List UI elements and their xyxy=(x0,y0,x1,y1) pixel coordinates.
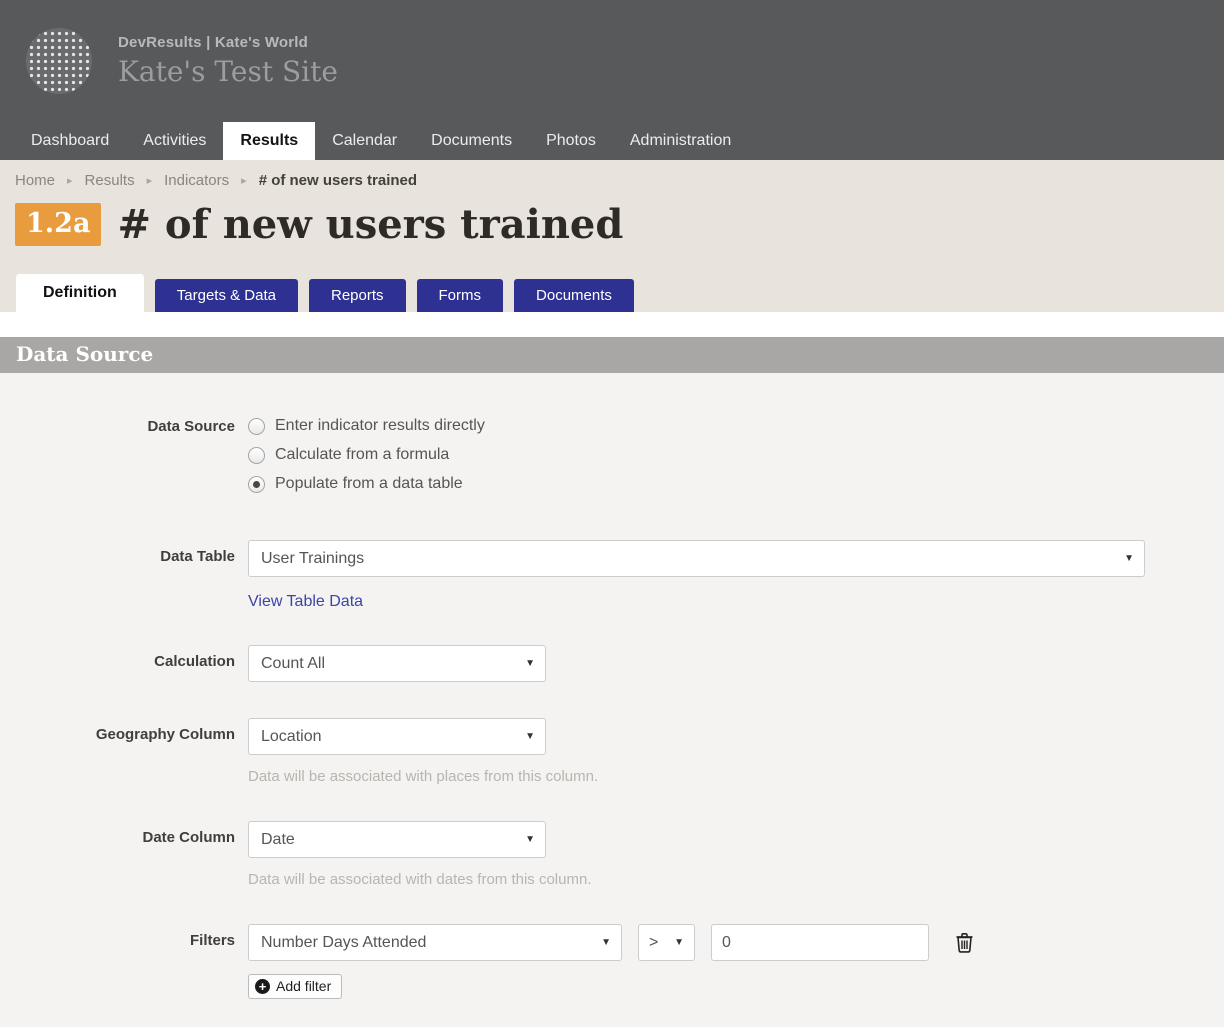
view-table-data-link[interactable]: View Table Data xyxy=(248,593,363,611)
nav-item-photos[interactable]: Photos xyxy=(529,122,613,160)
radio-calculate-formula[interactable]: Calculate from a formula xyxy=(248,446,485,464)
nav-item-administration[interactable]: Administration xyxy=(613,122,748,160)
add-filter-button[interactable]: + Add filter xyxy=(248,974,343,999)
indicator-code-badge: 1.2a xyxy=(15,203,102,246)
data-source-form: Data Source Enter indicator results dire… xyxy=(0,373,1224,1027)
tab-forms[interactable]: Forms xyxy=(416,279,504,312)
data-table-select[interactable]: User Trainings ▼ xyxy=(248,540,1145,577)
dropdown-arrow-icon: ▼ xyxy=(525,834,535,845)
radio-label: Enter indicator results directly xyxy=(275,417,485,434)
nav-item-results[interactable]: Results xyxy=(223,122,316,160)
radio-label: Calculate from a formula xyxy=(275,446,450,463)
geography-column-select[interactable]: Location ▼ xyxy=(248,718,546,755)
chevron-right-icon: ▸ xyxy=(146,175,153,187)
chevron-right-icon: ▸ xyxy=(241,175,247,187)
page-title: # of new users trained xyxy=(117,201,624,248)
title-band: Home ▸ Results ▸ Indicators ▸ # of new u… xyxy=(0,160,1224,312)
site-logo-icon[interactable] xyxy=(26,28,92,94)
tab-reports[interactable]: Reports xyxy=(308,279,406,312)
delete-filter-button[interactable] xyxy=(955,932,974,953)
main-nav: Dashboard Activities Results Calendar Do… xyxy=(0,122,1224,160)
calculation-select[interactable]: Count All ▼ xyxy=(248,645,546,682)
filter-operator-value: > xyxy=(649,933,659,951)
site-title: Kate's Test Site xyxy=(118,55,338,88)
radio-label: Populate from a data table xyxy=(275,475,463,492)
data-source-label: Data Source xyxy=(147,418,235,435)
chevron-right-icon: ▸ xyxy=(67,175,73,187)
tab-definition[interactable]: Definition xyxy=(16,274,144,312)
filters-label: Filters xyxy=(189,932,235,949)
breadcrumb-indicators[interactable]: Indicators xyxy=(164,172,229,189)
trash-icon xyxy=(955,933,974,956)
nav-item-activities[interactable]: Activities xyxy=(126,122,223,160)
radio-selected-icon[interactable] xyxy=(248,475,265,493)
date-column-select[interactable]: Date ▼ xyxy=(248,821,546,858)
nav-item-documents[interactable]: Documents xyxy=(414,122,529,160)
tab-documents[interactable]: Documents xyxy=(514,279,634,312)
dropdown-arrow-icon: ▼ xyxy=(1124,553,1134,564)
app-title: DevResults | Kate's World xyxy=(118,34,309,51)
data-table-select-value: User Trainings xyxy=(261,549,365,567)
filter-value-input[interactable] xyxy=(711,924,929,961)
dropdown-arrow-icon: ▼ xyxy=(674,937,684,948)
breadcrumb: Home ▸ Results ▸ Indicators ▸ # of new u… xyxy=(15,172,1224,189)
radio-populate-data-table[interactable]: Populate from a data table xyxy=(248,475,485,493)
content: Data Source Data Source Enter indicator … xyxy=(0,312,1224,1027)
add-filter-label: Add filter xyxy=(276,978,332,994)
dropdown-arrow-icon: ▼ xyxy=(525,731,535,742)
breadcrumb-results[interactable]: Results xyxy=(85,172,135,189)
radio-icon[interactable] xyxy=(248,446,265,464)
geography-column-label: Geography Column xyxy=(95,726,235,743)
breadcrumb-home[interactable]: Home xyxy=(15,172,55,189)
filter-column-select[interactable]: Number Days Attended ▼ xyxy=(248,924,622,961)
geography-help-text: Data will be associated with places from… xyxy=(248,768,599,785)
nav-item-dashboard[interactable]: Dashboard xyxy=(14,122,126,160)
date-help-text: Data will be associated with dates from … xyxy=(248,871,592,888)
indicator-tabs: Definition Targets & Data Reports Forms … xyxy=(16,274,634,312)
filter-column-select-value: Number Days Attended xyxy=(261,933,427,951)
dropdown-arrow-icon: ▼ xyxy=(601,937,611,948)
tab-targets-data[interactable]: Targets & Data xyxy=(154,279,298,312)
breadcrumb-current: # of new users trained xyxy=(258,172,418,189)
section-header-data-source: Data Source xyxy=(0,337,1224,373)
calculation-select-value: Count All xyxy=(261,654,326,672)
data-table-label: Data Table xyxy=(160,548,235,565)
dropdown-arrow-icon: ▼ xyxy=(525,658,535,669)
date-column-label: Date Column xyxy=(142,829,235,846)
filter-operator-select[interactable]: > ▼ xyxy=(638,924,695,961)
calculation-label: Calculation xyxy=(154,653,235,670)
masthead: DevResults | Kate's World Kate's Test Si… xyxy=(0,0,1224,160)
radio-enter-directly[interactable]: Enter indicator results directly xyxy=(248,417,485,435)
header: DevResults | Kate's World Kate's Test Si… xyxy=(0,0,1224,122)
geography-select-value: Location xyxy=(261,727,322,745)
date-select-value: Date xyxy=(261,830,295,848)
radio-icon[interactable] xyxy=(248,417,265,435)
nav-item-calendar[interactable]: Calendar xyxy=(315,122,414,160)
